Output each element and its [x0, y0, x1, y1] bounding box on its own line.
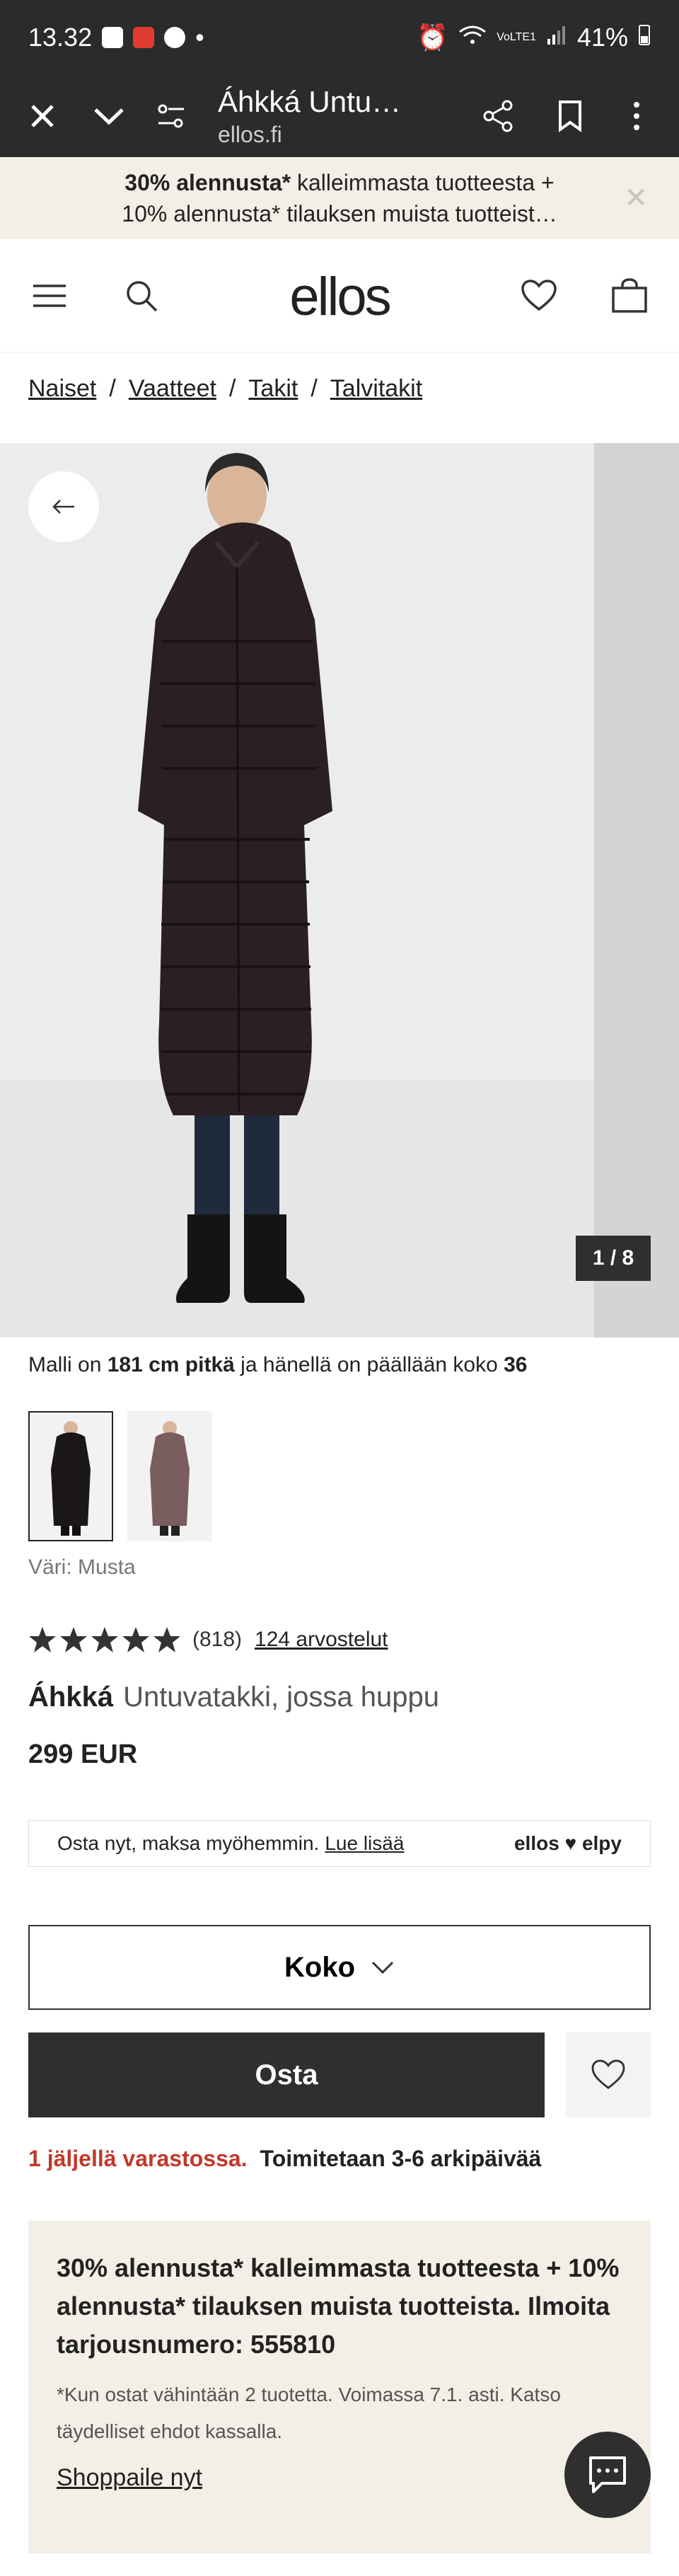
- buy-button[interactable]: Osta: [28, 2032, 545, 2117]
- pay-later-text: Osta nyt, maksa myöhemmin.: [57, 1832, 320, 1854]
- delivery-time: Toimitetaan 3-6 arkipäivää: [260, 2146, 542, 2171]
- site-header: ellos: [0, 239, 679, 352]
- alarm-icon: ⏰: [417, 23, 449, 52]
- close-icon: [31, 105, 54, 127]
- arrow-left-icon: [52, 500, 74, 514]
- color-swatch-black[interactable]: [28, 1411, 113, 1541]
- rating-count: (818): [192, 1628, 243, 1651]
- star-icon: [122, 1627, 149, 1652]
- page-info[interactable]: Áhkká Untu… ellos.fi: [218, 85, 461, 148]
- chevron-down-icon: [94, 108, 124, 125]
- network-label: VoLTE1: [497, 31, 536, 43]
- shop-now-link[interactable]: Shoppaile nyt: [57, 2464, 202, 2492]
- product-image-gallery[interactable]: 1 / 8: [0, 443, 679, 1338]
- add-to-wishlist-button[interactable]: [566, 2032, 651, 2117]
- ellos-elpy-logo: ellos ♥ elpy: [513, 1832, 622, 1854]
- promo-text-1: kalleimmasta tuotteesta +: [296, 170, 555, 195]
- read-more-link[interactable]: Lue lisää: [325, 1832, 404, 1855]
- gallery-icon: [102, 27, 124, 48]
- product-name: Untuvatakki, jossa huppu: [123, 1681, 439, 1713]
- product-price: 299 EUR: [28, 1740, 138, 1769]
- size-select-button[interactable]: Koko: [28, 1925, 651, 2010]
- more-vertical-icon: [634, 102, 639, 130]
- app-notification-icon: [133, 27, 155, 48]
- chat-button[interactable]: [564, 2432, 651, 2518]
- product-image: [0, 443, 594, 1338]
- promo-close-icon[interactable]: ✕: [624, 183, 648, 214]
- product-title: Áhkká Untuvatakki, jossa huppu: [28, 1681, 439, 1713]
- star-icon: [153, 1627, 180, 1652]
- color-swatches: [28, 1411, 212, 1541]
- model-height: 181 cm pitkä: [107, 1353, 235, 1376]
- battery-level: 41%: [576, 23, 628, 52]
- more-options-button[interactable]: [614, 93, 659, 139]
- model-size: 36: [504, 1353, 528, 1376]
- product-brand[interactable]: Áhkká: [28, 1681, 113, 1713]
- heart-icon: [591, 2059, 625, 2089]
- page-title: Áhkká Untu…: [218, 84, 402, 118]
- bookmark-icon: [559, 100, 581, 132]
- settings-sliders-icon: [158, 104, 184, 128]
- pay-later-banner: Osta nyt, maksa myöhemmin. Lue lisää ell…: [28, 1820, 651, 1867]
- signal-icon: [546, 23, 567, 52]
- star-icon: [91, 1627, 118, 1652]
- ellos-logo[interactable]: ellos: [0, 266, 679, 328]
- selected-color-label: Väri: Musta: [28, 1556, 136, 1579]
- stock-left: 1 jäljellä varastossa.: [28, 2146, 248, 2171]
- model-info-prefix: Malli on: [28, 1353, 108, 1376]
- close-tab-button[interactable]: [20, 93, 65, 139]
- minimize-button[interactable]: [86, 93, 132, 139]
- clock: 13.32: [28, 23, 93, 52]
- stock-info: 1 jäljellä varastossa. Toimitetaan 3-6 ar…: [28, 2146, 541, 2172]
- reviews-link[interactable]: 124 arvostelut: [255, 1628, 388, 1652]
- model-info-middle: ja hänellä on päällään koko: [234, 1353, 504, 1376]
- status-bar: 13.32 • ⏰ VoLTE1 41%: [0, 0, 679, 75]
- buy-row: Osta: [28, 2032, 651, 2117]
- browser-toolbar: Áhkká Untu… ellos.fi: [0, 75, 679, 157]
- chat-icon: [589, 2456, 626, 2493]
- wifi-icon: [458, 23, 487, 52]
- image-counter: 1 / 8: [576, 1236, 651, 1281]
- promo-text-2: 10% alennusta* tilauksen muista tuotteis…: [122, 201, 557, 226]
- offer-fine-print: *Kun ostat vähintään 2 tuotetta. Voimass…: [57, 2384, 561, 2442]
- black-coat-thumbnail: [51, 1421, 91, 1536]
- more-notifications-dot: •: [195, 23, 204, 52]
- next-image-peek[interactable]: [594, 443, 679, 1338]
- chevron-down-icon: [371, 1961, 394, 1974]
- brown-coat-thumbnail: [150, 1421, 190, 1536]
- promo-bold: 30% alennusta*: [124, 170, 291, 195]
- size-label: Koko: [284, 1951, 355, 1983]
- battery-icon: [638, 23, 651, 52]
- breadcrumb-link[interactable]: Vaatteet: [129, 375, 216, 402]
- breadcrumb-link[interactable]: Takit: [248, 375, 298, 402]
- product-rating: (818) 124 arvostelut: [28, 1626, 388, 1653]
- promo-banner[interactable]: 30% alennusta* kalleimmasta tuotteesta +…: [0, 157, 679, 239]
- model-info: Malli on 181 cm pitkä ja hänellä on pääl…: [28, 1353, 528, 1377]
- bookmark-button[interactable]: [547, 93, 593, 139]
- offer-box: 30% alennusta* kalleimmasta tuotteesta +…: [28, 2221, 651, 2553]
- star-icon: [29, 1627, 56, 1652]
- media-icon: [164, 27, 186, 48]
- color-swatch-brown[interactable]: [127, 1411, 212, 1541]
- page-url: ellos.fi: [218, 121, 282, 147]
- gallery-back-button[interactable]: [28, 471, 99, 542]
- share-button[interactable]: [475, 93, 521, 139]
- offer-headline: 30% alennusta* kalleimmasta tuotteesta +…: [57, 2253, 620, 2359]
- star-rating: [28, 1626, 181, 1653]
- breadcrumb: Naiset / Vaatteet / Takit / Talvitakit: [28, 375, 423, 402]
- site-settings-button[interactable]: [149, 93, 194, 139]
- breadcrumb-link[interactable]: Talvitakit: [330, 375, 422, 402]
- breadcrumb-link[interactable]: Naiset: [28, 375, 96, 402]
- star-icon: [60, 1627, 87, 1652]
- share-icon: [483, 100, 513, 132]
